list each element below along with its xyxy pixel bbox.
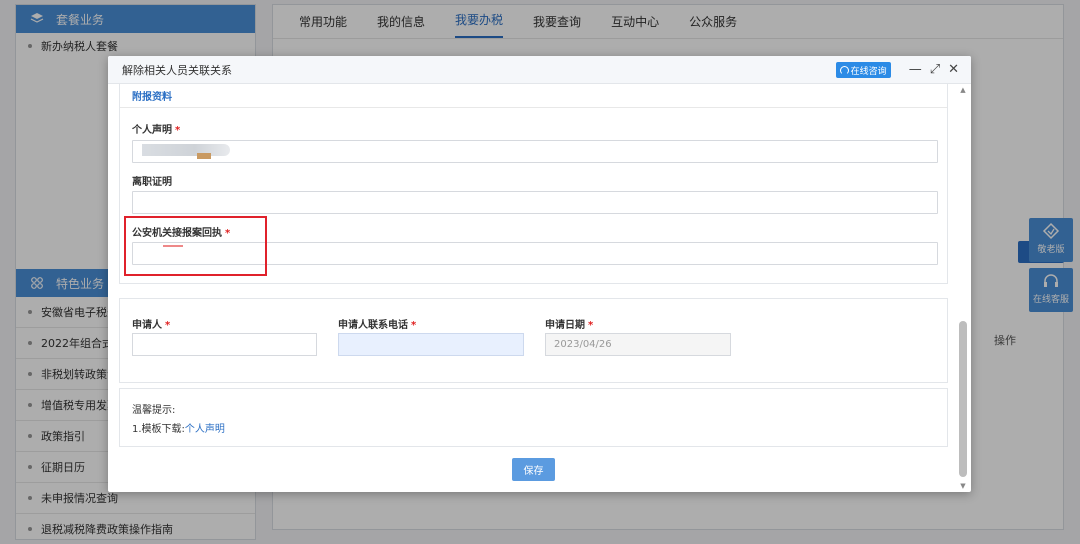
scroll-up-icon[interactable]: ▲ — [959, 86, 967, 94]
required-mark: * — [411, 320, 417, 331]
application-date-label: 申请日期 * — [545, 320, 594, 331]
required-mark: * — [588, 320, 594, 331]
applicant-name-input[interactable] — [132, 333, 317, 356]
attachments-section-title: 附报资料 — [120, 84, 947, 108]
redacted-filename — [142, 144, 230, 156]
highlight-annotation — [124, 216, 267, 276]
required-mark: * — [165, 320, 171, 331]
dialog-scrollbar[interactable]: ▲ ▼ — [959, 86, 967, 490]
personal-statement-label: 个人声明 * — [132, 125, 181, 136]
redacted-mark — [197, 153, 211, 159]
dialog-controls: 在线咨询 — ⤢ ✕ — [835, 62, 959, 78]
online-consult-label: 在线咨询 — [850, 66, 887, 77]
application-date-input: 2023/04/26 — [545, 333, 731, 356]
template-download-link[interactable]: 个人声明 — [185, 424, 225, 435]
scroll-down-icon[interactable]: ▼ — [959, 482, 967, 490]
online-consult-button[interactable]: 在线咨询 — [835, 62, 891, 78]
required-mark: * — [175, 125, 181, 136]
scroll-thumb[interactable] — [959, 321, 967, 477]
headset-icon — [839, 65, 849, 75]
applicant-section: 申请人 * 申请人联系电话 * 申请日期 * 2023/04/26 — [119, 298, 948, 383]
dialog-title-bar: 解除相关人员关联关系 在线咨询 — ⤢ ✕ — [108, 56, 971, 84]
tips-title: 温馨提示: — [132, 405, 176, 416]
maximize-icon[interactable]: ⤢ — [930, 63, 940, 77]
minimize-icon[interactable]: — — [909, 63, 922, 77]
personal-statement-upload[interactable] — [132, 140, 938, 163]
tips-line: 1.模板下载:个人声明 — [132, 424, 225, 435]
close-icon[interactable]: ✕ — [948, 63, 959, 77]
applicant-phone-input[interactable] — [338, 333, 524, 356]
attachments-section: 附报资料 个人声明 * 离职证明 公安机关接报案回执 * — [119, 84, 948, 284]
tips-section: 温馨提示: 1.模板下载:个人声明 — [119, 388, 948, 447]
relation-removal-dialog: 解除相关人员关联关系 在线咨询 — ⤢ ✕ 附报资料 个人声明 * 离职证明 公安… — [108, 56, 971, 492]
resignation-cert-label: 离职证明 — [132, 177, 172, 188]
applicant-label: 申请人 * — [132, 320, 171, 331]
dialog-title: 解除相关人员关联关系 — [122, 63, 232, 77]
applicant-phone-label: 申请人联系电话 * — [338, 320, 417, 331]
resignation-cert-upload[interactable] — [132, 191, 938, 214]
save-button[interactable]: 保存 — [512, 458, 555, 481]
